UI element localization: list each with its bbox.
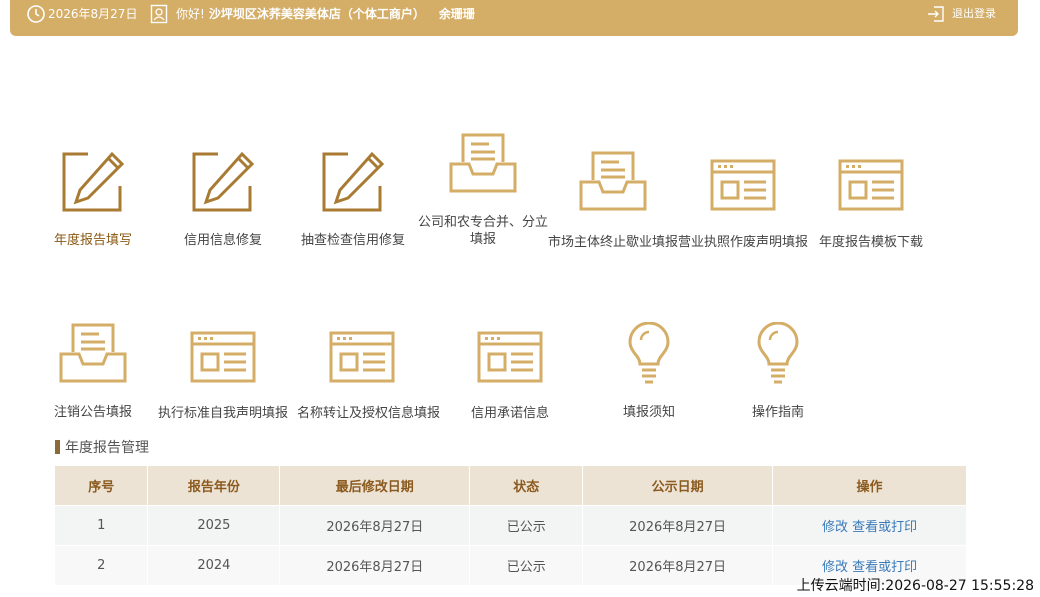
tile-operation-guide[interactable]: 操作指南 [713,321,843,421]
cell-year: 2025 [147,505,281,546]
col-header-status: 状态 [469,466,584,506]
user-name: 余珊珊 [438,7,475,21]
tile-credit-repair[interactable]: 信用信息修复 [158,150,288,249]
cell-no: 2 [55,545,149,585]
edit-link[interactable]: 修改 [822,520,848,535]
edit-icon [158,150,288,220]
tile-inspection-credit-repair[interactable]: 抽查检查信用修复 [288,150,418,249]
clock-icon [26,4,46,24]
col-header-published: 公示日期 [582,466,774,506]
tile-label: 执行标准自我声明填报 [158,406,289,421]
user-badge-icon [150,4,168,24]
inbox-icon [28,322,158,388]
table-row: 1 2025 2026年8月27日 已公示 2026年8月27日 修改 查看或打… [55,505,967,546]
tile-cancellation-notice[interactable]: 注销公告填报 [28,322,158,421]
current-date: 2026年8月27日 [48,7,138,21]
form-icon [297,330,427,388]
logout-button[interactable]: 退出登录 [926,0,996,28]
table-header-row: 序号 报告年份 最后修改日期 状态 公示日期 操作 [55,466,967,506]
cell-published: 2026年8月27日 [582,505,774,546]
tile-termination[interactable]: 市场主体终止歇业填报 [548,150,678,251]
tile-credit-commitment[interactable]: 信用承诺信息 [445,330,575,422]
cell-status: 已公示 [469,505,584,546]
tile-label: 信用信息修复 [183,233,262,248]
tile-label: 市场主体终止歇业填报 [548,235,679,250]
edit-icon [288,150,418,220]
tile-license-void[interactable]: 营业执照作废声明填报 [678,158,808,251]
col-header-no: 序号 [55,466,149,506]
edit-link[interactable]: 修改 [822,560,848,575]
cell-year: 2024 [147,545,281,585]
section-title-text: 年度报告管理 [65,440,149,456]
tile-label: 年度报告填写 [53,233,132,248]
col-header-modified: 最后修改日期 [279,466,471,506]
cell-modified: 2026年8月27日 [279,505,471,546]
shop-name: 沙坪坝区沐荞美容美体店（个体工商户） [208,7,425,21]
tile-label: 填报须知 [622,405,675,420]
cell-modified: 2026年8月27日 [279,545,471,585]
tile-label: 营业执照作废声明填报 [678,235,809,250]
greeting-prefix: 你好! [176,7,205,21]
tile-label: 名称转让及授权信息填报 [297,406,441,421]
tile-label-line2: 填报 [469,232,496,247]
cell-published: 2026年8月27日 [582,545,774,585]
edit-icon [28,150,158,220]
form-icon [678,158,808,216]
upload-timestamp: 上传云端时间:2026-08-27 15:55:28 [796,578,1034,594]
tile-standard-declaration[interactable]: 执行标准自我声明填报 [158,330,288,422]
tile-annual-report-fill[interactable]: 年度报告填写 [28,150,158,249]
top-bar: 2026年8月27日 你好! 沙坪坝区沐荞美容美体店（个体工商户） 余珊珊 退出… [10,0,1018,36]
annual-report-table: 序号 报告年份 最后修改日期 状态 公示日期 操作 1 2025 2026年8月… [55,466,967,585]
tile-label: 操作指南 [751,405,804,420]
inbox-icon [418,132,548,198]
cell-status: 已公示 [469,545,584,585]
date-display: 2026年8月27日 [26,0,137,28]
form-icon [445,330,575,388]
tile-filing-notes[interactable]: 填报须知 [584,321,714,421]
lightbulb-icon [713,321,843,390]
logout-icon [926,4,946,24]
section-marker [55,440,60,454]
cell-no: 1 [55,505,149,546]
section-title: 年度报告管理 [55,437,149,457]
form-icon [158,330,288,388]
tile-label: 公司和农专合并、分立 [418,215,549,230]
lightbulb-icon [584,321,714,390]
inbox-icon [548,150,678,216]
view-print-link[interactable]: 查看或打印 [852,520,917,535]
col-header-actions: 操作 [772,466,967,506]
tile-label: 抽查检查信用修复 [300,233,405,248]
form-icon [806,158,936,216]
cell-actions: 修改 查看或打印 [772,505,967,546]
tile-merger-split[interactable]: 公司和农专合并、分立 填报 [418,132,548,248]
col-header-year: 报告年份 [147,466,281,506]
tile-label: 注销公告填报 [53,405,132,420]
tile-label: 年度报告模板下载 [818,235,923,250]
view-print-link[interactable]: 查看或打印 [852,560,917,575]
greeting: 你好! 沙坪坝区沐荞美容美体店（个体工商户） 余珊珊 [150,0,475,28]
tile-name-transfer[interactable]: 名称转让及授权信息填报 [297,330,441,422]
tile-template-download[interactable]: 年度报告模板下载 [806,158,936,251]
tile-label: 信用承诺信息 [470,406,549,421]
logout-label: 退出登录 [952,7,996,20]
